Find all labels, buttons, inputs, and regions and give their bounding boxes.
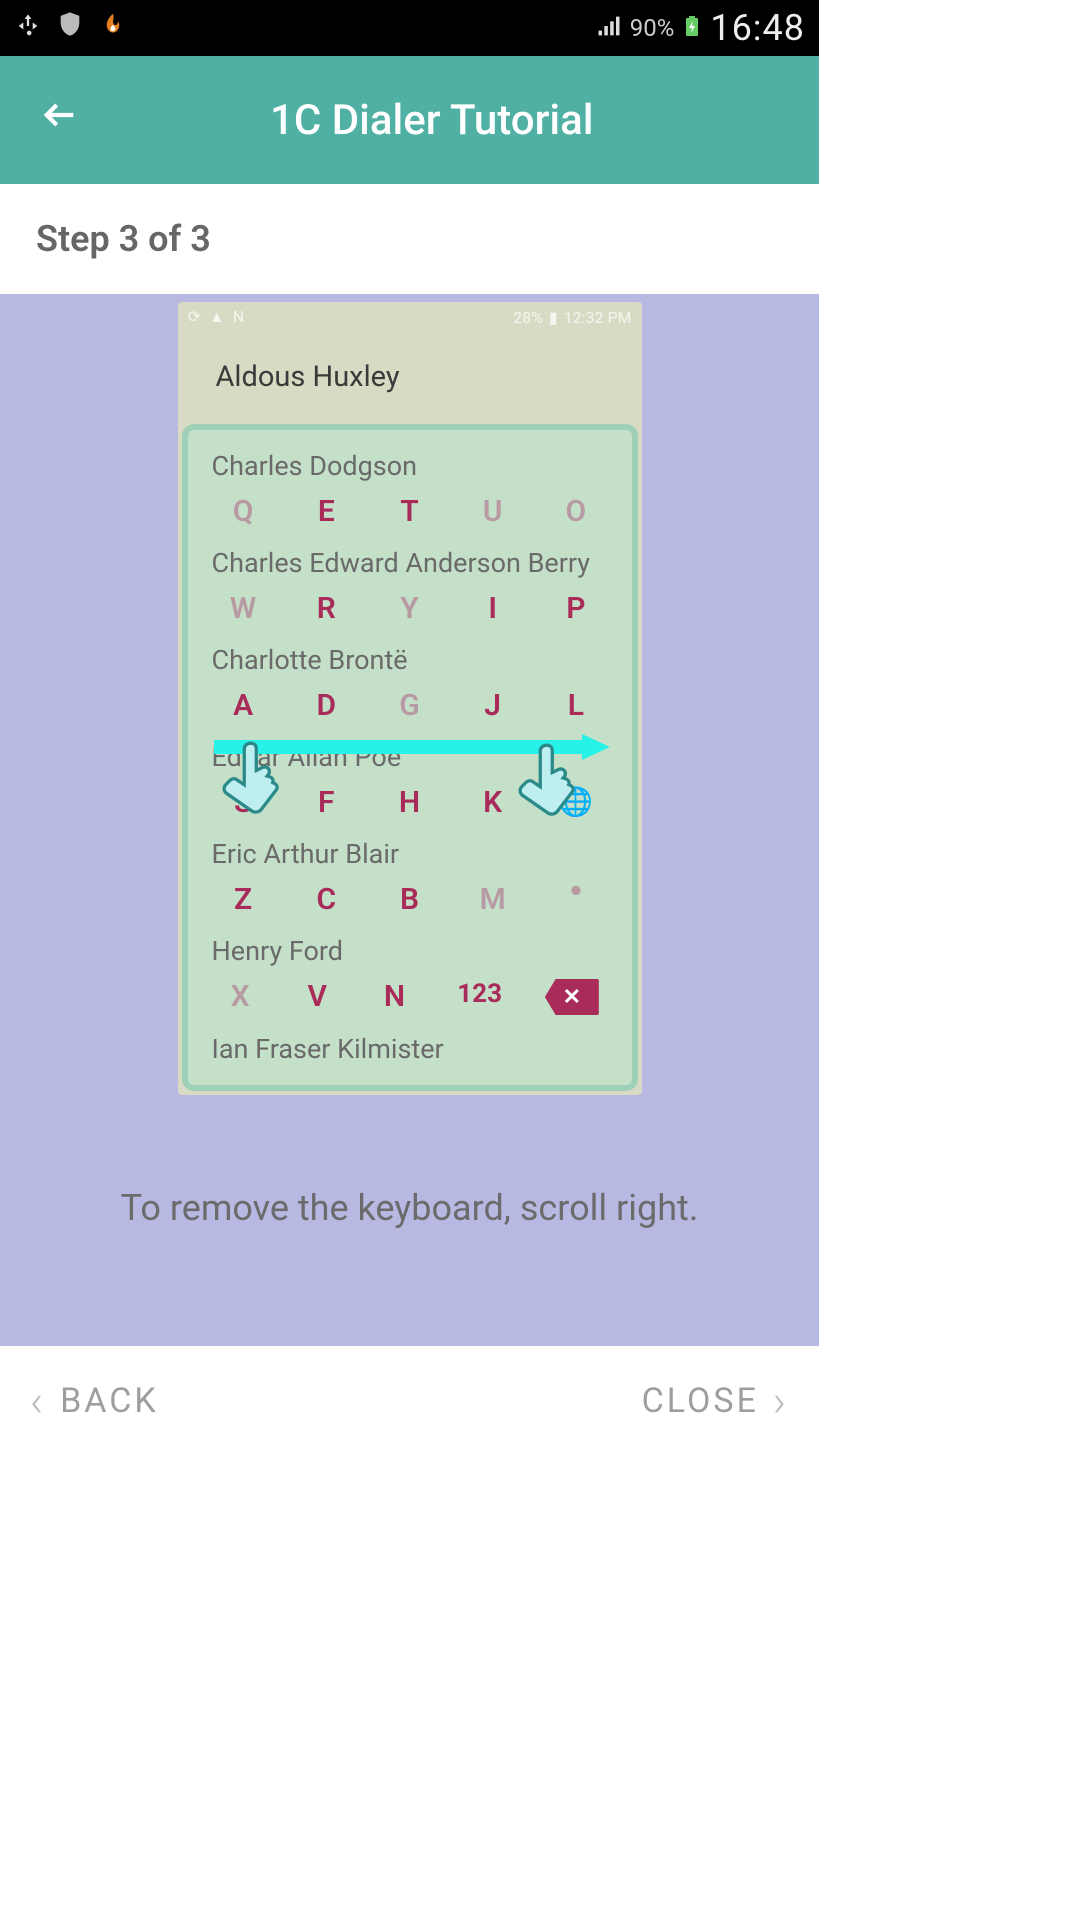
keyboard-panel: Charles Dodgson Q E T U O Charles Edward… <box>182 424 638 1091</box>
key-h: H <box>389 785 429 820</box>
tutorial-body: ⟳ ▲ N 28% ▮ 12:32 PM Aldous Huxley Charl… <box>0 294 819 1346</box>
key-x: X <box>220 979 260 1015</box>
key-a: A <box>223 688 263 723</box>
usb-icon <box>14 10 42 46</box>
key-row: A D G J L <box>202 682 618 735</box>
clock: 16:48 <box>710 7 805 49</box>
phone-mock: ⟳ ▲ N 28% ▮ 12:32 PM Aldous Huxley Charl… <box>178 302 642 1095</box>
list-item: Charles Edward Anderson Berry <box>202 541 618 585</box>
signal-icon <box>594 12 624 44</box>
back-button-label: BACK <box>60 1381 159 1421</box>
key-m: M <box>473 882 513 917</box>
key-n: N <box>374 979 414 1015</box>
key-g: G <box>389 688 429 723</box>
key-row: Z C B M • <box>202 876 618 929</box>
key-z: Z <box>223 882 263 917</box>
key-d: D <box>306 688 346 723</box>
battery-percent: 90% <box>630 14 675 42</box>
device-status-bar: 90% 16:48 <box>0 0 819 56</box>
key-k: K <box>473 785 513 820</box>
key-i: I <box>473 591 513 626</box>
shield-icon <box>56 8 84 48</box>
close-button-label: CLOSE <box>642 1381 759 1421</box>
chevron-right-icon: › <box>773 1375 789 1427</box>
key-row: Q E T U O <box>202 488 618 541</box>
selected-contact: Aldous Huxley <box>178 332 642 424</box>
key-dot: • <box>556 882 596 917</box>
key-b: B <box>389 882 429 917</box>
key-t: T <box>389 494 429 529</box>
app-header: 1C Dialer Tutorial <box>0 56 819 184</box>
key-l: L <box>556 688 596 723</box>
step-label: Step 3 of 3 <box>36 218 211 260</box>
key-v: V <box>297 979 337 1015</box>
key-c: C <box>306 882 346 917</box>
page-title: 1C Dialer Tutorial <box>270 96 593 145</box>
phone-mock-status-bar: ⟳ ▲ N 28% ▮ 12:32 PM <box>178 302 642 332</box>
backspace-icon: ✕ <box>545 979 599 1015</box>
footer-nav: ‹ BACK CLOSE › <box>0 1346 819 1456</box>
key-row: X V N 123 ✕ <box>202 973 618 1027</box>
phone-clock: 12:32 PM <box>564 308 632 327</box>
chevron-left-icon: ‹ <box>30 1375 46 1427</box>
globe-icon: 🌐 <box>556 785 596 820</box>
key-s: S <box>223 785 263 820</box>
list-item: Edgar Allan Poe <box>202 735 618 779</box>
list-item: Charlotte Brontë <box>202 638 618 682</box>
back-arrow-icon[interactable] <box>40 94 80 146</box>
key-r: R <box>306 591 346 626</box>
instruction-text: To remove the keyboard, scroll right. <box>121 1187 699 1229</box>
key-e: E <box>306 494 346 529</box>
key-o: O <box>556 494 596 529</box>
back-button[interactable]: ‹ BACK <box>30 1375 159 1427</box>
list-item: Eric Arthur Blair <box>202 832 618 876</box>
sync-icon: ⟳ <box>188 307 201 327</box>
key-u: U <box>473 494 513 529</box>
key-row: S F H K 🌐 <box>202 779 618 832</box>
close-button[interactable]: CLOSE › <box>642 1375 789 1427</box>
n-icon: N <box>233 307 244 327</box>
battery-charging-icon <box>680 10 704 46</box>
key-w: W <box>223 591 263 626</box>
phone-battery-icon: ▮ <box>549 308 558 327</box>
key-123: 123 <box>452 979 508 1015</box>
list-item: Ian Fraser Kilmister <box>202 1027 618 1071</box>
key-p: P <box>556 591 596 626</box>
flame-icon <box>98 10 128 47</box>
list-item: Charles Dodgson <box>202 444 618 488</box>
step-banner: Step 3 of 3 <box>0 184 819 294</box>
key-j: J <box>473 688 513 723</box>
list-item: Henry Ford <box>202 929 618 973</box>
key-q: Q <box>223 494 263 529</box>
key-f: F <box>306 785 346 820</box>
phone-battery-pct: 28% <box>513 308 543 327</box>
key-y: Y <box>389 591 429 626</box>
warning-icon: ▲ <box>209 307 225 327</box>
key-row: W R Y I P <box>202 585 618 638</box>
